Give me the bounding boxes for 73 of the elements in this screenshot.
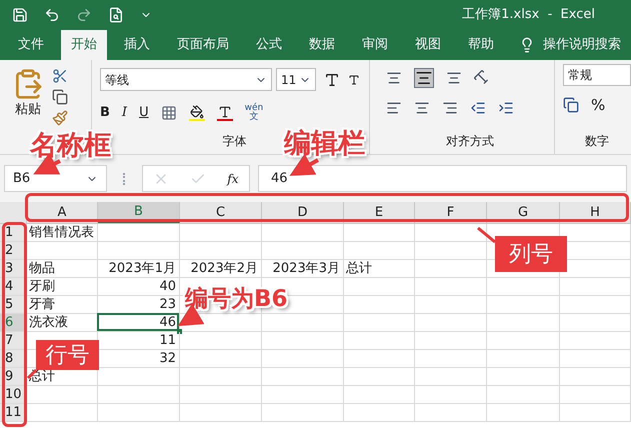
copy-icon[interactable] xyxy=(52,89,68,105)
undo-icon[interactable] xyxy=(44,7,60,23)
ribbon-tab[interactable]: 插入 xyxy=(114,30,160,60)
cell-text: 牙刷 xyxy=(29,278,55,296)
cell-text: 总计 xyxy=(346,260,372,278)
increase-indent-icon[interactable] xyxy=(498,100,514,116)
cell-text: 32 xyxy=(159,350,176,368)
ribbon-tab[interactable]: 数据 xyxy=(299,30,345,60)
group-label: 数字 xyxy=(585,133,609,150)
underline-button[interactable]: U xyxy=(139,103,149,122)
leader-line xyxy=(477,226,496,244)
fill-handle[interactable] xyxy=(177,329,182,334)
insert-function-button[interactable]: fx xyxy=(227,170,239,188)
bold-button[interactable]: B xyxy=(100,103,110,122)
column-header[interactable]: E xyxy=(344,202,415,223)
cut-icon[interactable] xyxy=(52,68,68,84)
decrease-indent-icon[interactable] xyxy=(470,100,486,116)
column-header[interactable]: C xyxy=(180,202,262,223)
cell-text: 40 xyxy=(159,278,176,296)
annotation-label: 编号为B6 xyxy=(185,288,288,311)
ribbon-tab[interactable]: 文件 xyxy=(8,30,54,60)
column-header[interactable]: G xyxy=(487,202,560,223)
cell-text: 销售情况表 xyxy=(29,224,94,242)
cell-text: 23 xyxy=(159,296,176,314)
cell-text: 2023年1月 xyxy=(108,260,176,278)
ribbon-tab[interactable]: 开始 xyxy=(61,30,107,60)
ribbon-tab[interactable]: 审阅 xyxy=(352,30,398,60)
number-format-field[interactable]: 常规 xyxy=(563,64,631,86)
formula-field[interactable]: 46 xyxy=(258,165,627,192)
cell-text: 2023年3月 xyxy=(272,260,340,278)
italic-button[interactable]: I xyxy=(122,103,128,122)
print-preview-icon[interactable] xyxy=(108,7,124,23)
cell-text: 46 xyxy=(159,314,176,332)
group-label: 对齐方式 xyxy=(446,133,494,150)
align-left-icon[interactable] xyxy=(386,100,402,116)
ribbon-tab[interactable]: 公式 xyxy=(246,30,292,60)
cell-text: 2023年2月 xyxy=(190,260,258,278)
save-icon[interactable] xyxy=(12,7,28,23)
align-middle-icon[interactable] xyxy=(414,68,434,88)
format-painter-icon[interactable] xyxy=(52,110,68,126)
percent-button[interactable]: % xyxy=(591,94,606,116)
column-header[interactable]: D xyxy=(262,202,344,223)
cell-text: 牙膏 xyxy=(29,296,55,314)
ribbon-tab[interactable]: 帮助 xyxy=(458,30,504,60)
window-title: 工作簿1.xlsx - Excel xyxy=(462,6,595,24)
cell-text: 物品 xyxy=(29,260,55,278)
column-header[interactable]: H xyxy=(560,202,631,223)
fill-color-icon[interactable] xyxy=(188,104,205,121)
ribbon-tab[interactable]: 页面布局 xyxy=(167,30,239,60)
name-box[interactable]: B6 xyxy=(4,165,107,192)
annotation-label: 名称框 xyxy=(30,132,111,159)
align-right-icon[interactable] xyxy=(442,100,458,116)
border-icon[interactable] xyxy=(160,104,177,121)
phonetic-button[interactable]: wén 文 xyxy=(244,104,264,122)
separator-icon xyxy=(123,172,126,184)
group-label: 字体 xyxy=(222,133,246,150)
align-top-icon[interactable] xyxy=(386,70,402,86)
ribbon-tab[interactable]: 视图 xyxy=(405,30,451,60)
cell-text: 11 xyxy=(159,332,176,350)
shrink-font-icon[interactable] xyxy=(348,74,360,86)
font-name-field[interactable]: 等线 xyxy=(100,68,272,91)
annotation-label: 编辑栏 xyxy=(284,130,365,157)
column-header[interactable]: F xyxy=(415,202,487,223)
search-label[interactable]: 操作说明搜索 xyxy=(543,35,621,55)
paste-button[interactable]: 粘贴 xyxy=(15,100,41,120)
font-color-icon[interactable] xyxy=(216,104,233,121)
align-bottom-icon[interactable] xyxy=(446,70,462,86)
align-center-icon[interactable] xyxy=(414,100,430,116)
annotation-tag: 列号 xyxy=(495,236,567,272)
grow-font-icon[interactable] xyxy=(324,72,340,88)
cell-text: 洗衣液 xyxy=(29,314,68,332)
font-size-field[interactable]: 11 xyxy=(276,68,316,91)
annotation-tag: 行号 xyxy=(36,340,99,370)
